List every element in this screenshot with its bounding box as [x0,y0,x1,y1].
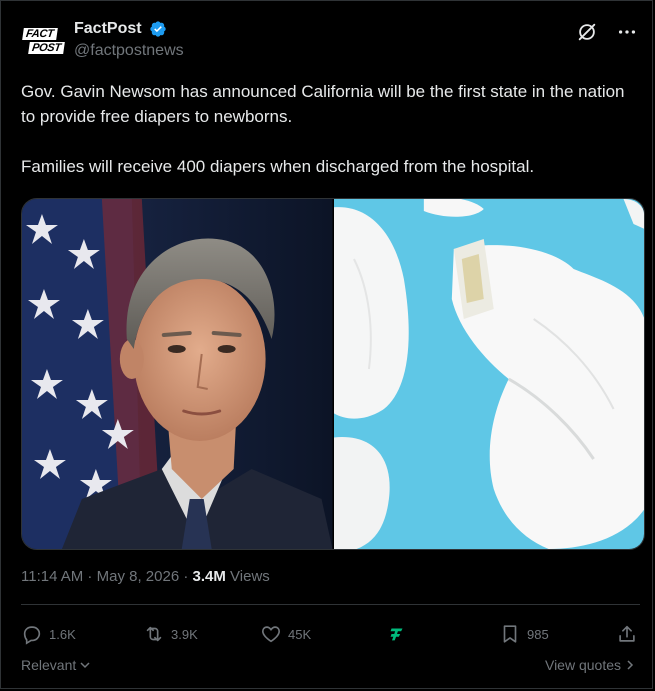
grok-analytics-button[interactable] [386,619,414,649]
views-count: 3.4M [192,568,226,585]
grok-icon[interactable] [576,21,598,43]
sort-label: Relevant [21,657,77,673]
sort-dropdown[interactable]: Relevant [21,657,91,673]
tweet-meta: 11:14 AM · May 8, 2026 · 3.4M Views [21,567,270,587]
chevron-down-icon [80,662,90,669]
avatar-logo-line1: FACT [22,28,58,40]
repost-count: 3.9K [171,626,198,642]
meta-separator: · [179,568,193,585]
author-block: FactPost @factpostnews [74,19,184,61]
divider [21,604,640,605]
grok-analytics-icon [390,628,403,641]
avatar[interactable]: FACT POST [22,21,65,61]
repost-icon [146,626,162,642]
tweet-time[interactable]: 11:14 AM [21,568,83,585]
meta-separator: · [83,568,97,585]
author-handle[interactable]: @factpostnews [74,41,184,61]
views-label: Views [225,568,270,585]
bookmark-count: 985 [527,626,549,642]
tweet-paragraph-1: Gov. Gavin Newsom has announced Californ… [21,82,625,126]
view-quotes-link[interactable]: View quotes [545,657,636,673]
tweet-media[interactable] [21,198,645,550]
reply-count: 1.6K [49,626,76,642]
photo-diapers[interactable] [333,199,644,549]
tweet-date[interactable]: May 8, 2026 [97,568,180,585]
more-icon[interactable] [616,21,638,43]
like-button[interactable]: 45K [260,619,311,649]
repost-button[interactable]: 3.9K [143,619,198,649]
tweet-paragraph-2: Families will receive 400 diapers when d… [21,157,535,176]
action-bar: 1.6K 3.9K 45K 985 [21,619,638,649]
like-count: 45K [288,626,312,642]
photo-politician[interactable] [22,199,333,549]
politician-image [22,199,333,549]
diapers-image [333,199,644,549]
tweet-header: FACT POST FactPost @factpostnews [22,17,638,65]
view-quotes-label: View quotes [544,657,621,673]
verified-badge-icon [150,21,166,37]
replies-footer: Relevant View quotes [21,657,636,677]
share-icon [619,625,635,642]
reply-icon [23,626,41,645]
chevron-right-icon [627,660,634,670]
avatar-logo-line2: POST [28,42,65,54]
bookmark-button[interactable]: 985 [499,619,549,649]
tweet-text: Gov. Gavin Newsom has announced Californ… [21,79,631,179]
reply-button[interactable]: 1.6K [21,619,76,649]
share-button[interactable] [616,619,638,649]
like-icon [262,626,280,643]
bookmark-icon [503,625,517,643]
author-display-name[interactable]: FactPost [74,19,142,39]
tweet-card: FACT POST FactPost @factpostnews Gov. Ga… [0,0,653,689]
